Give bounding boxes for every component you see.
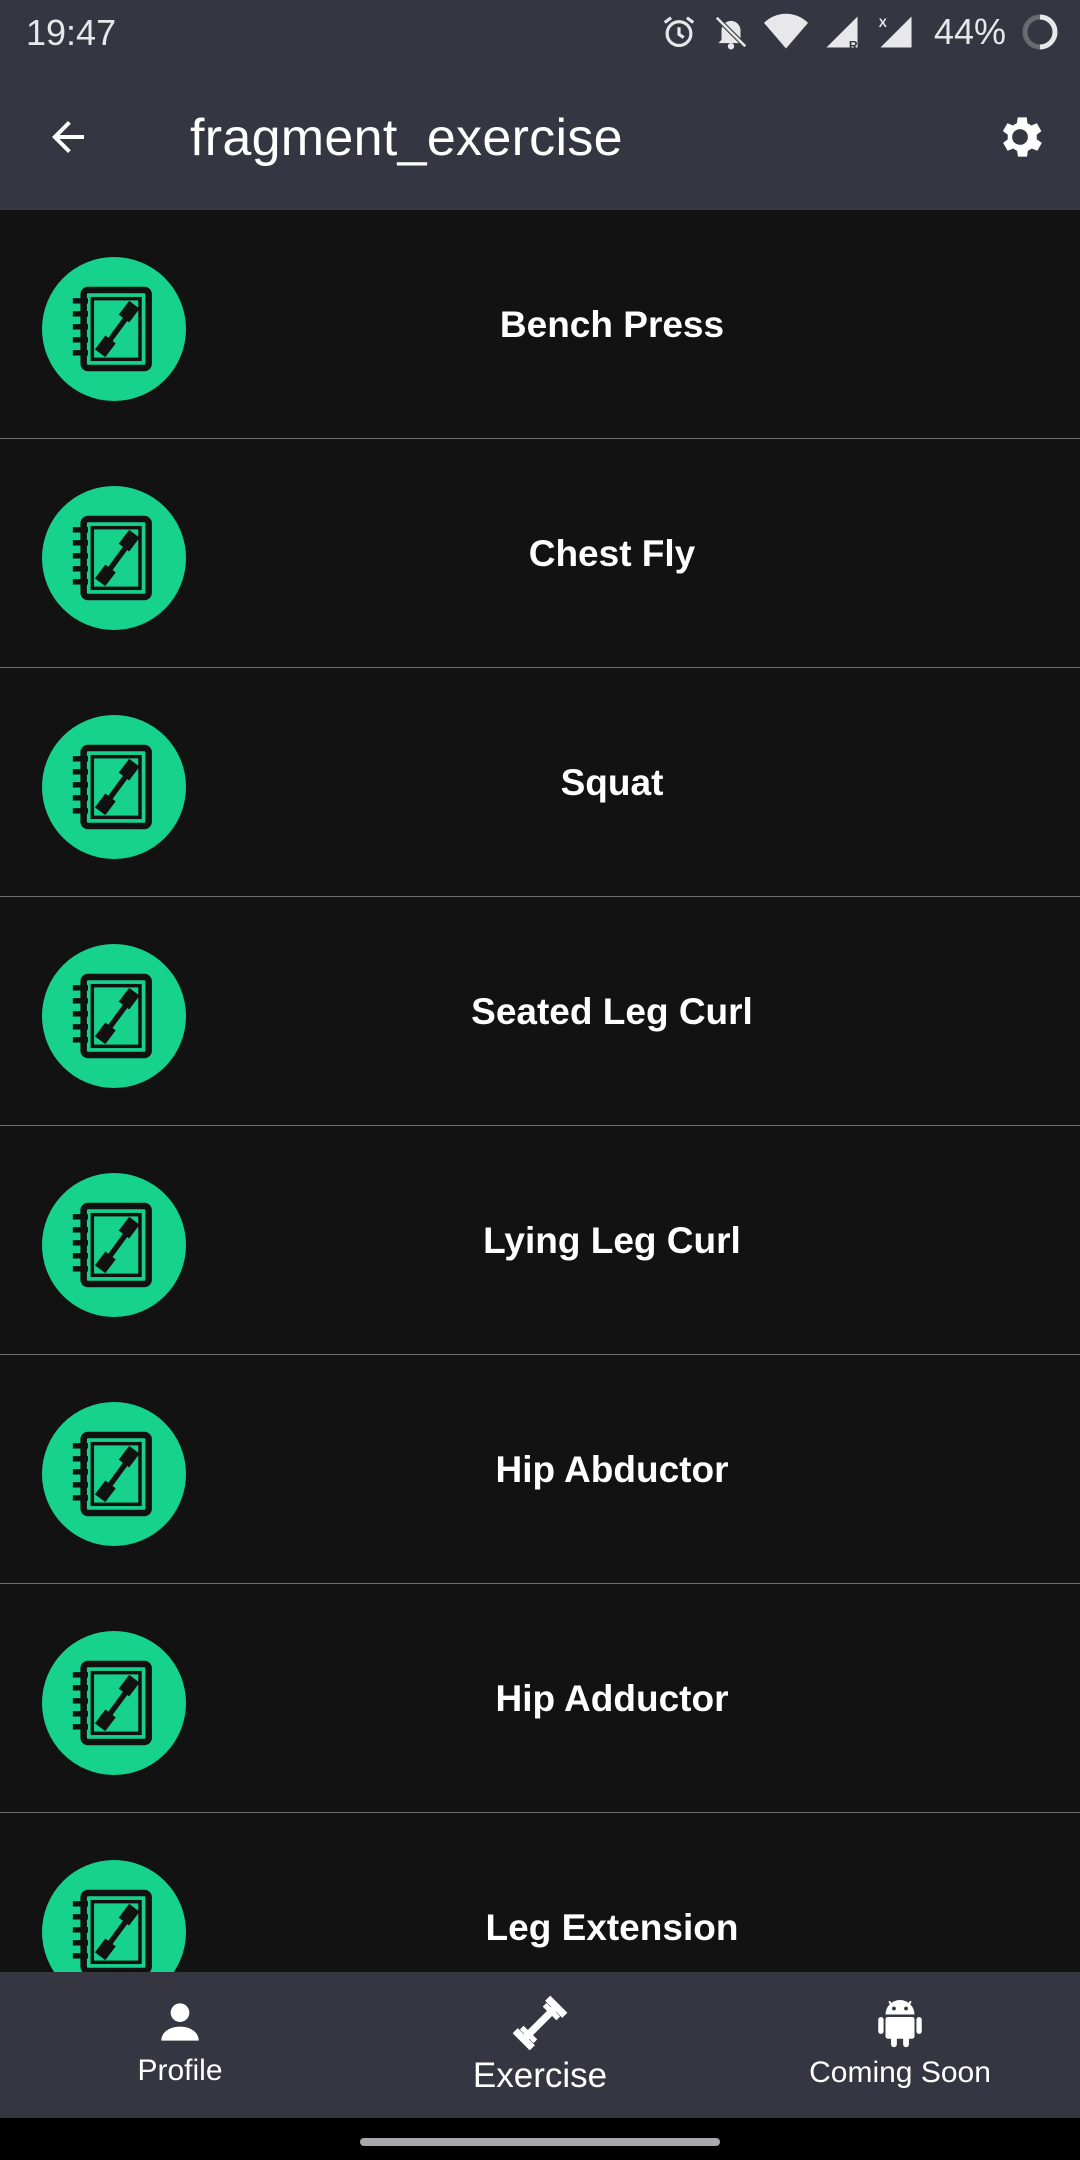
android-icon xyxy=(878,2000,922,2048)
list-item[interactable]: Hip Adductor xyxy=(0,1584,1080,1813)
page-title: fragment_exercise xyxy=(190,109,623,167)
list-item[interactable]: Bench Press xyxy=(0,210,1080,439)
list-item[interactable]: Hip Abductor xyxy=(0,1355,1080,1584)
bottom-nav: Profile Exercise Coming Soon xyxy=(0,1972,1080,2118)
exercise-name: Leg Extension xyxy=(485,1906,739,1948)
exercise-name: Bench Press xyxy=(499,303,725,345)
settings-button[interactable] xyxy=(988,105,1052,169)
list-item[interactable]: Lying Leg Curl xyxy=(0,1126,1080,1355)
exercise-name: Chest Fly xyxy=(528,532,696,574)
exercise-list: Bench Press Chest Fly Squat Seated Leg C… xyxy=(0,210,1080,1972)
nav-label: Exercise xyxy=(472,2056,608,2095)
nav-item-coming-soon[interactable]: Coming Soon xyxy=(720,1972,1080,2118)
list-item[interactable]: Chest Fly xyxy=(0,439,1080,668)
svg-text:R: R xyxy=(849,38,858,51)
wifi-icon xyxy=(763,13,808,51)
alarm-icon xyxy=(660,13,698,51)
signal-roaming-icon: R xyxy=(822,13,862,51)
signal-icon: X xyxy=(876,13,916,51)
exercise-name: Hip Abductor xyxy=(495,1448,729,1490)
arrow-back-icon xyxy=(52,121,84,153)
status-icons: R X 44% xyxy=(660,10,1060,54)
nav-label: Coming Soon xyxy=(809,2056,991,2089)
svg-text:X: X xyxy=(879,16,887,30)
status-bar: 19:47 R X 44% xyxy=(0,0,1080,64)
back-button[interactable] xyxy=(36,105,100,169)
gear-icon xyxy=(1002,117,1042,157)
dumbbell-icon xyxy=(512,1995,568,2051)
gesture-bar xyxy=(0,2118,1080,2160)
nav-item-exercise[interactable]: Exercise xyxy=(360,1972,720,2118)
exercise-name: Hip Adductor xyxy=(495,1677,729,1719)
nav-label: Profile xyxy=(137,2054,223,2087)
exercise-name: Squat xyxy=(560,761,664,803)
nav-item-profile[interactable]: Profile xyxy=(0,1972,360,2118)
home-gesture-handle[interactable] xyxy=(360,2138,720,2146)
exercise-name: Seated Leg Curl xyxy=(471,990,753,1032)
list-item[interactable]: Squat xyxy=(0,668,1080,897)
status-time: 19:47 xyxy=(26,12,117,53)
person-icon xyxy=(161,2003,199,2041)
notifications-off-icon xyxy=(712,13,750,51)
battery-percent: 44% xyxy=(933,11,1006,52)
exercise-name: Lying Leg Curl xyxy=(483,1219,741,1261)
list-item[interactable]: Seated Leg Curl xyxy=(0,897,1080,1126)
app-bar: fragment_exercise xyxy=(0,64,1080,210)
list-item[interactable]: Leg Extension xyxy=(0,1813,1080,1972)
battery-icon xyxy=(1020,12,1060,52)
